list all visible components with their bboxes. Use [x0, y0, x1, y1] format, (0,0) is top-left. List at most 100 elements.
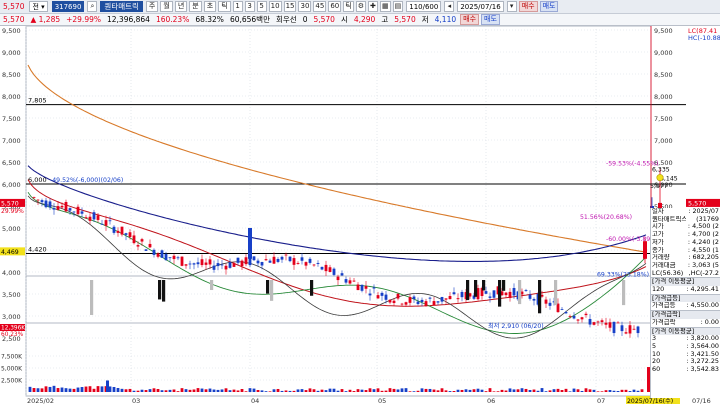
volume-bar	[316, 390, 320, 392]
candle-body	[140, 239, 144, 242]
info-row-ma: 60: 3,542.83	[651, 366, 720, 374]
candle-body	[612, 321, 616, 334]
period-month-button[interactable]: 월	[160, 1, 173, 12]
volume-bar	[372, 389, 376, 392]
stock-name[interactable]: 퀀타매트릭	[100, 1, 143, 12]
volume-bar	[68, 388, 72, 392]
calendar-icon[interactable]: ▾	[506, 1, 517, 12]
candle-body	[220, 264, 224, 266]
counter-field[interactable]: 110/600	[406, 1, 442, 12]
account-value: 5,570	[3, 1, 25, 11]
period-second-button[interactable]: 초	[203, 1, 217, 12]
candle-body	[132, 235, 136, 244]
volume-bar	[408, 391, 412, 392]
sell-button[interactable]: 매도	[481, 14, 500, 25]
info-row-value: : 4,550 (1	[687, 246, 719, 254]
volume-bar	[404, 388, 408, 392]
candle-body	[128, 232, 132, 238]
volume-bar	[428, 388, 432, 392]
candle-body	[64, 201, 68, 212]
volume-bar	[456, 389, 460, 392]
candle-body	[456, 298, 460, 300]
candle-body	[256, 260, 260, 264]
candle-body	[428, 297, 432, 299]
volume-bar	[220, 389, 224, 392]
volume-bar	[636, 390, 640, 392]
candle-body	[340, 273, 344, 276]
indicator-bar	[474, 280, 478, 297]
price-tick-label: 5,000	[2, 225, 21, 233]
minute-45-button[interactable]: 45	[313, 1, 327, 12]
x-axis-label: 2025/02	[27, 397, 54, 404]
minute-15-button[interactable]: 15	[283, 1, 297, 12]
candle-body	[252, 256, 256, 261]
period-minute-button[interactable]: 분	[189, 1, 202, 12]
crosshair-icon[interactable]: ✚	[367, 1, 378, 12]
minute-30-button[interactable]: 30	[298, 1, 312, 12]
info-row-ma-key: 5	[652, 342, 657, 350]
volume-bar	[28, 386, 32, 392]
volume-bar	[440, 388, 444, 392]
volume-bar	[52, 385, 56, 392]
legend-hc: HC(-10.88	[688, 34, 720, 42]
ma10-line	[27, 192, 647, 334]
price-tick-label: 3,500	[2, 291, 21, 299]
volume-bar	[608, 390, 612, 392]
volume-bar	[360, 389, 364, 392]
minute-3-button[interactable]: 3	[244, 1, 255, 12]
volume-bar	[112, 386, 116, 392]
top-buy-button[interactable]: 매수	[518, 1, 538, 12]
top-sell-button[interactable]: 매도	[539, 1, 559, 12]
price-tick-label: 7,000	[2, 137, 21, 145]
period-year-button[interactable]: 년	[174, 1, 188, 12]
volume-bar	[76, 387, 80, 392]
x-axis-label: 06	[487, 397, 495, 404]
info-row-key: 퀀타매트릭스	[652, 215, 686, 223]
period-tick-button[interactable]: 틱	[218, 1, 231, 12]
stock-code-input[interactable]: 317690	[51, 1, 85, 12]
buy-button[interactable]: 매수	[460, 14, 480, 25]
volume-bar	[368, 388, 372, 392]
volume-bar	[512, 389, 516, 392]
search-icon[interactable]: ⌕	[87, 1, 98, 12]
info-row-key: 거래량	[652, 254, 670, 262]
date-field[interactable]: 2025/07/16	[457, 1, 504, 12]
indicator-bar	[538, 280, 542, 314]
candle-body	[48, 201, 52, 208]
code-select[interactable]: 전 ▾	[29, 1, 48, 12]
volume-bar	[468, 389, 472, 392]
minute-1-button[interactable]: 1	[232, 1, 243, 12]
open-value: 4,290	[353, 14, 376, 24]
indicator-bar	[622, 280, 626, 306]
volume-bar	[80, 387, 84, 392]
info-row: 일자: 2025/07	[651, 208, 720, 216]
grid-icon[interactable]: ▦	[379, 1, 391, 12]
volume-bar	[208, 388, 212, 392]
candle-body	[564, 312, 568, 314]
volume-bar	[244, 391, 248, 392]
candle-body	[176, 257, 180, 259]
tick-button[interactable]: 틱	[343, 1, 354, 12]
info-row-ma: 10: 3,421.50	[651, 351, 720, 359]
candle-body	[416, 301, 420, 305]
candle-body	[332, 268, 336, 275]
minute-60-button[interactable]: 60	[328, 1, 342, 12]
left-volume-tag: 12,396K	[1, 326, 25, 332]
minute-10-button[interactable]: 10	[268, 1, 282, 12]
period-week-button[interactable]: 주	[145, 1, 159, 12]
price-tick-label-right: 7,000	[654, 137, 673, 145]
volume-bar	[272, 389, 276, 392]
volume-bar	[604, 390, 608, 392]
indicator-bar	[270, 280, 274, 301]
minute-5-button[interactable]: 5	[256, 1, 267, 12]
zoom-icon[interactable]: ▤	[392, 1, 404, 12]
volume-bar	[596, 391, 600, 392]
volume-bar	[612, 390, 616, 392]
candle-body	[600, 320, 604, 323]
prev-icon[interactable]: ◂	[444, 1, 455, 12]
volume-bar	[516, 389, 520, 392]
candle-body	[384, 294, 388, 300]
candlestick-chart[interactable]: 9,500 9,500 9,000 9,000 8,500 8,500 8,000 8,000…	[0, 26, 720, 404]
info-row-plunge: 가격급락: 0.00	[651, 319, 720, 327]
settings-icon[interactable]: ⚙	[355, 1, 366, 12]
